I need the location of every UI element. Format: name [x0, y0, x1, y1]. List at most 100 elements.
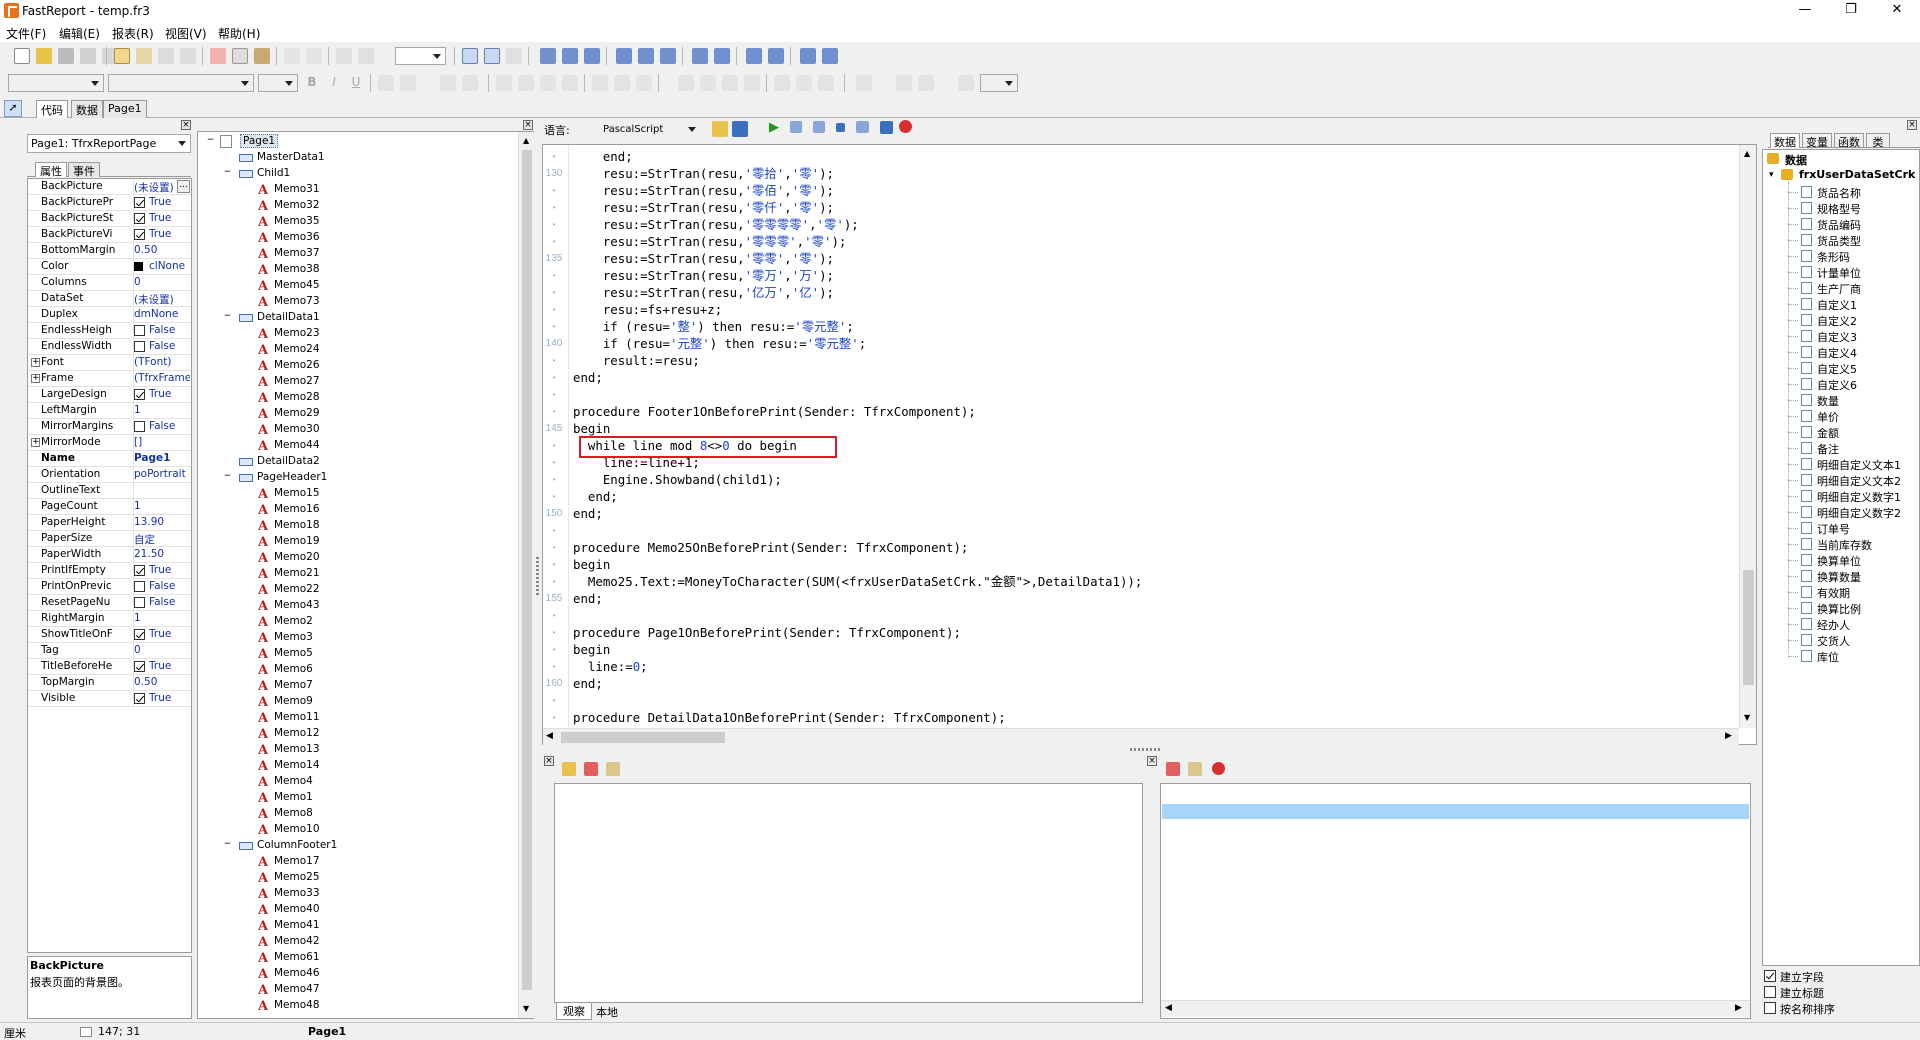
property-row[interactable]: TopMargin 0.50 — [28, 675, 191, 691]
property-checkbox[interactable] — [134, 229, 145, 240]
option-label[interactable]: 按名称排序 — [1780, 1001, 1835, 1017]
code-line[interactable]: resu:=StrTran(resu,'零佰','零'); — [573, 182, 834, 199]
watch-icon[interactable] — [880, 121, 893, 134]
breakpoints-hscrollbar[interactable]: ◀ ▶ — [1161, 1000, 1750, 1017]
tree-item[interactable]: A Memo47 — [198, 982, 518, 998]
ungroup-icon[interactable] — [358, 48, 374, 64]
tree-item[interactable]: A Memo37 — [198, 246, 518, 262]
tree-item[interactable]: A Memo40 — [198, 902, 518, 918]
align-right-icon[interactable] — [584, 48, 600, 64]
select-tool-icon[interactable]: ➚ — [4, 100, 22, 117]
code-line[interactable]: end; — [573, 369, 603, 386]
tree-item[interactable]: A Memo4 — [198, 774, 518, 790]
paste-icon[interactable] — [254, 48, 270, 64]
property-row[interactable]: + Font (TFont) — [28, 355, 191, 371]
toggle-breakpoint-icon[interactable] — [1212, 762, 1225, 775]
tab-local[interactable]: 本地 — [596, 1004, 618, 1020]
code-line[interactable]: procedure DetailData1OnBeforePrint(Sende… — [573, 709, 1006, 726]
property-row[interactable]: + MirrorMode [] — [28, 435, 191, 451]
breakpoint-icon[interactable] — [899, 120, 912, 133]
font-color-icon[interactable] — [400, 75, 416, 91]
fit-grid-icon[interactable] — [506, 48, 522, 64]
property-row[interactable]: Name Page1 — [28, 451, 191, 467]
tree-item[interactable]: − Child1 — [198, 166, 518, 182]
tree-item[interactable]: A Memo8 — [198, 806, 518, 822]
shadow-icon[interactable] — [818, 75, 834, 91]
cut-icon[interactable] — [210, 48, 226, 64]
code-line[interactable]: procedure Footer1OnBeforePrint(Sender: T… — [573, 403, 976, 420]
frame-color-icon[interactable] — [896, 75, 912, 91]
property-row[interactable]: BackPictureVi True — [28, 227, 191, 243]
watch-close-icon[interactable]: × — [544, 756, 554, 766]
code-line[interactable]: resu:=StrTran(resu,'零零零','零'); — [573, 233, 847, 250]
code-line[interactable]: end; — [573, 590, 603, 607]
tree-item[interactable]: A Memo28 — [198, 390, 518, 406]
tree-item[interactable]: A Memo12 — [198, 726, 518, 742]
align-center-icon[interactable] — [562, 48, 578, 64]
frame-left-icon[interactable] — [722, 75, 738, 91]
tree-item[interactable]: A Memo41 — [198, 918, 518, 934]
property-checkbox[interactable] — [134, 341, 145, 352]
breakpoints-list[interactable]: ◀ ▶ — [1160, 783, 1751, 1019]
splitter-grip[interactable] — [536, 555, 539, 595]
code-scroll-left-icon[interactable]: ◀ — [546, 731, 553, 741]
property-value[interactable]: 0.50 — [134, 244, 190, 256]
delete-page-icon[interactable] — [158, 48, 174, 64]
property-row[interactable]: PrintIfEmpty True — [28, 563, 191, 579]
tree-item[interactable]: A Memo13 — [198, 742, 518, 758]
same-width-icon[interactable] — [800, 48, 816, 64]
code-line[interactable]: end; — [573, 675, 603, 692]
bp-scroll-right-icon[interactable]: ▶ — [1735, 1003, 1742, 1013]
align-left-icon[interactable] — [540, 48, 556, 64]
property-checkbox[interactable] — [134, 693, 145, 704]
code-line[interactable]: end; — [573, 505, 603, 522]
property-checkbox[interactable] — [134, 213, 145, 224]
property-row[interactable]: MirrorMargins False — [28, 419, 191, 435]
code-line[interactable]: begin — [573, 556, 610, 573]
group-icon[interactable] — [336, 48, 352, 64]
underline-icon[interactable]: U — [348, 75, 364, 91]
tree-item[interactable]: A Memo30 — [198, 422, 518, 438]
code-line[interactable]: line:=0; — [573, 658, 648, 675]
new-icon[interactable] — [14, 48, 30, 64]
breakpoints-close-icon[interactable]: × — [1147, 756, 1157, 766]
scroll-up-icon[interactable]: ▲ — [523, 136, 529, 145]
tab-watch[interactable]: 观察 — [556, 1003, 592, 1020]
evaluate-icon[interactable] — [856, 121, 869, 133]
code-line[interactable]: resu:=StrTran(resu,'零仟','零'); — [573, 199, 834, 216]
inspector-close-icon[interactable]: × — [181, 120, 191, 130]
code-line[interactable]: resu:=StrTran(resu,'零零零零','零'); — [573, 216, 859, 233]
tree-item[interactable]: DetailData2 — [198, 454, 518, 470]
code-line[interactable]: if (resu='整') then resu:='零元整'; — [573, 318, 854, 335]
page-settings-icon[interactable] — [180, 48, 196, 64]
stop-icon[interactable] — [836, 123, 845, 132]
undo-icon[interactable] — [284, 48, 300, 64]
language-combo[interactable]: PascalScript — [597, 120, 701, 139]
tree-item[interactable]: A Memo2 — [198, 614, 518, 630]
option-label[interactable]: 建立字段 — [1780, 969, 1824, 985]
menu-file[interactable]: 文件(F) — [6, 25, 46, 42]
property-row[interactable]: BackPicture (未设置)... — [28, 179, 191, 195]
watch-list[interactable] — [554, 783, 1143, 1003]
code-vscroll-thumb[interactable] — [1743, 570, 1754, 685]
dataset-label[interactable]: frxUserDataSetCrk — [1799, 168, 1915, 181]
frame-none-icon[interactable] — [796, 75, 812, 91]
option-label[interactable]: 建立标题 — [1780, 985, 1824, 1001]
tree-item[interactable]: A Memo36 — [198, 230, 518, 246]
valign-center-icon[interactable] — [614, 75, 630, 91]
step-over-icon[interactable] — [813, 121, 825, 133]
property-row[interactable]: + Frame (TfrxFrame) — [28, 371, 191, 387]
code-scroll-down-icon[interactable]: ▼ — [1744, 713, 1750, 722]
code-line[interactable]: resu:=StrTran(resu,'亿万','亿'); — [573, 284, 834, 301]
tree-item[interactable]: A Memo25 — [198, 870, 518, 886]
property-row[interactable]: Visible True — [28, 691, 191, 707]
property-row[interactable]: BottomMargin 0.50 — [28, 243, 191, 259]
property-value[interactable]: 1 — [134, 404, 190, 416]
tab-properties[interactable]: 属性 — [35, 162, 67, 178]
run-icon[interactable]: ▶ — [769, 120, 779, 135]
space-horizontal-icon[interactable] — [692, 48, 708, 64]
font-settings-icon[interactable] — [378, 75, 394, 91]
text-justify-icon[interactable] — [562, 75, 578, 91]
code-hscroll-thumb[interactable] — [561, 732, 725, 743]
code-line[interactable]: if (resu='元整') then resu:='零元整'; — [573, 335, 866, 352]
